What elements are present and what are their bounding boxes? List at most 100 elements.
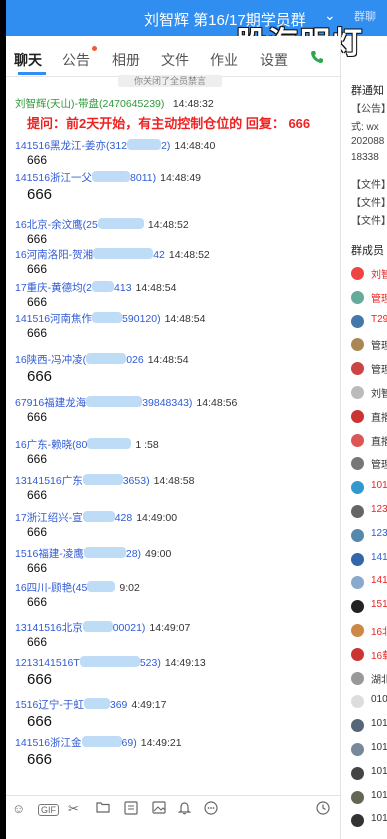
message-time: 14:48:32: [172, 98, 214, 110]
member-name: 123: [371, 504, 387, 515]
message-header: 16四川-顾艳(45 9:02: [15, 578, 140, 596]
tab-chat[interactable]: 聊天: [14, 50, 42, 70]
tab-notice[interactable]: 公告: [62, 50, 90, 70]
message-content: 666: [27, 262, 48, 276]
message-content: 666: [27, 326, 48, 340]
redaction-blur: [93, 248, 154, 260]
sender-name[interactable]: 13141516北京: [15, 622, 83, 634]
redaction-blur: [82, 474, 123, 486]
redaction-blur: [92, 171, 131, 183]
sender-name[interactable]: 17重庆-黄德均(2: [15, 282, 92, 294]
notice-line: 式: wx: [351, 122, 379, 133]
sender-id: 590120): [122, 313, 161, 325]
avatar: [351, 576, 364, 590]
scissors-icon[interactable]: ✂: [68, 801, 79, 817]
tab-settings[interactable]: 设置: [260, 50, 288, 70]
message-time: 14:48:52: [168, 249, 210, 261]
sender-name[interactable]: 1213141516T: [15, 657, 80, 669]
system-message: 你关闭了全员禁言: [118, 75, 222, 87]
message-content: 666: [27, 186, 53, 203]
message-header: 刘智辉(天山)-带盘(2470645239) 14:48:32: [15, 94, 214, 112]
file-item[interactable]: 【文件】: [351, 212, 387, 227]
message-time: 14:48:54: [164, 313, 206, 325]
sender-name[interactable]: 67916福建龙海: [15, 397, 86, 409]
sender-id: 369: [109, 699, 128, 711]
redaction-blur: [86, 396, 143, 408]
sender-name[interactable]: 刘智辉(天山)-带盘(2470645239): [15, 98, 164, 110]
sender-name[interactable]: 141516黑龙江-姜亦: [15, 140, 106, 152]
member-name: 151: [371, 599, 387, 611]
sender-id: 413: [114, 282, 132, 294]
avatar: [351, 267, 364, 280]
tab-files[interactable]: 文件: [161, 50, 189, 70]
member-name: 16北: [371, 627, 387, 638]
right-panel: 群通知 【公告】 式: wx 202088 18338 【文件】 【文件】 【文…: [341, 76, 387, 839]
message-input[interactable]: [6, 821, 340, 839]
file-item[interactable]: 【文件】: [351, 194, 387, 209]
redaction-blur: [82, 511, 115, 523]
sender-name[interactable]: 16河南洛阳-贺湘: [15, 249, 93, 261]
folder-icon[interactable]: [96, 801, 110, 816]
emoji-icon[interactable]: ☺: [12, 801, 25, 816]
bell-icon[interactable]: [177, 801, 192, 818]
sender-id: 00021): [112, 622, 146, 634]
avatar: [351, 600, 364, 614]
avatar: [351, 314, 364, 328]
member-name: 管理: [371, 365, 387, 377]
message-header: 13141516北京 00021) 14:49:07: [15, 618, 190, 636]
file-item[interactable]: 【文件】: [351, 176, 387, 191]
message-header: 16河南洛阳-贺湘 42 14:48:52: [15, 245, 210, 263]
sender-name[interactable]: 13141516广东: [15, 475, 83, 487]
phone-icon[interactable]: [310, 50, 328, 68]
message-header: 17重庆-黄德均(2 413 14:48:54: [15, 278, 176, 296]
sender-name[interactable]: 16广东-赖晓(80: [15, 439, 87, 451]
message-header: 1516福建-凌鹰 28) 49:00: [15, 544, 171, 562]
message-header: 16广东-赖晓(80 1 :58: [15, 435, 159, 453]
member-name: 直播: [371, 412, 387, 424]
member-name: T29: [371, 313, 387, 325]
sender-name[interactable]: 16四川-顾艳(45: [15, 582, 87, 594]
sender-id: 39848343): [142, 397, 193, 409]
redaction-blur: [97, 218, 144, 230]
member-name: 管理: [371, 460, 387, 472]
sender-id: 523): [139, 657, 161, 669]
sender-name[interactable]: 16北京-余汶鹰(25: [15, 219, 98, 231]
message-header: 141516河南焦作 590120) 14:48:54: [15, 309, 205, 327]
tab-album[interactable]: 相册: [112, 50, 140, 70]
sender-name[interactable]: 1516福建-凌鹰: [15, 548, 84, 560]
image-icon[interactable]: [152, 801, 166, 817]
sender-name[interactable]: 141516浙江金: [15, 737, 82, 749]
sender-id: (312: [106, 140, 128, 152]
avatar: [351, 386, 364, 399]
sender-name[interactable]: 141516河南焦作: [15, 313, 92, 325]
sender-name[interactable]: 17浙江绍兴-宣: [15, 512, 83, 524]
message-time: 1 :58: [135, 439, 159, 451]
active-tab-indicator: [18, 72, 46, 75]
message-content: 666: [27, 410, 48, 424]
sender-name[interactable]: 141516浙江一父: [15, 172, 92, 184]
redaction-blur: [92, 281, 115, 293]
image-text-icon[interactable]: [124, 801, 138, 818]
member-name: 16载: [371, 650, 387, 662]
chat-area[interactable]: 刘智辉(天山)-带盘(2470645239) 14:48:32 提问：前2天开始…: [6, 88, 340, 795]
message-time: 14:49:13: [164, 657, 206, 669]
members-title: 群成员: [351, 245, 384, 257]
avatar: [351, 457, 364, 471]
more-icon[interactable]: [204, 801, 218, 818]
avatar: [351, 433, 364, 447]
sender-name[interactable]: 1516辽宁-于虹: [15, 699, 84, 711]
notice-badge: [92, 46, 97, 51]
message-header: 16陕西-冯冲凌(026 14:48:54: [15, 350, 189, 368]
message-header: 1213141516T 523) 14:49:13: [15, 653, 206, 671]
notice-line: 18338: [351, 152, 379, 163]
group-notice-title[interactable]: 群通知: [351, 82, 384, 98]
redaction-blur: [83, 547, 126, 559]
message-time: 14:48:56: [196, 397, 238, 409]
tab-homework[interactable]: 作业: [210, 50, 238, 70]
message-time: 14:49:21: [140, 737, 182, 749]
gif-icon[interactable]: GIF: [38, 804, 59, 816]
member-name: 101: [371, 765, 387, 777]
history-icon[interactable]: [316, 801, 330, 818]
sender-name[interactable]: 16陕西-冯冲凌(: [15, 354, 86, 366]
member-name: 101: [371, 718, 387, 730]
